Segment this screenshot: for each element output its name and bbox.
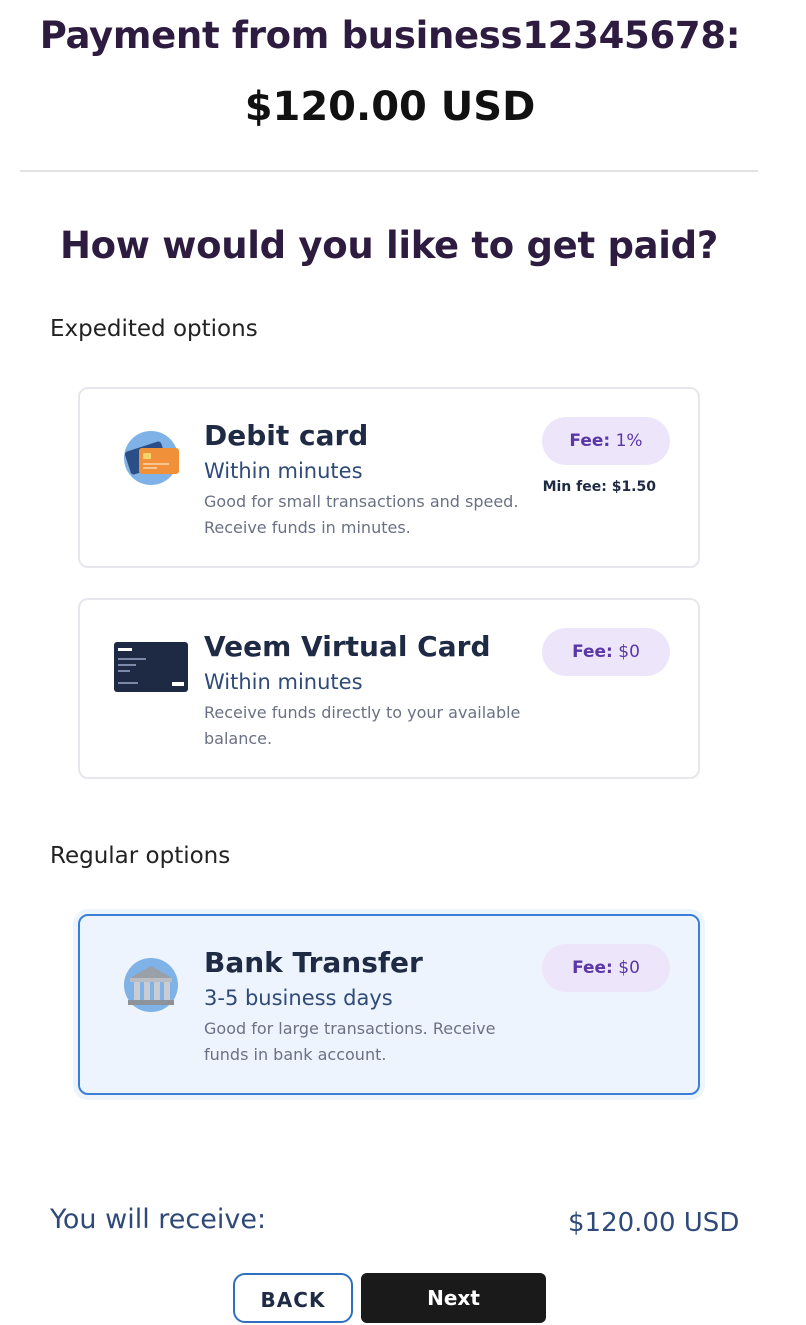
divider bbox=[20, 170, 758, 172]
regular-options-label: Regular options bbox=[50, 843, 231, 869]
option-title: Debit card bbox=[204, 419, 369, 452]
fee-value: $0 bbox=[618, 958, 640, 978]
option-time: 3-5 business days bbox=[204, 986, 393, 1010]
fee-badge: Fee: $0 bbox=[542, 944, 670, 992]
back-button[interactable]: BACK bbox=[233, 1273, 353, 1323]
page-title: How would you like to get paid? bbox=[59, 224, 719, 267]
next-button[interactable]: Next bbox=[361, 1273, 546, 1323]
expedited-options-label: Expedited options bbox=[50, 316, 258, 342]
option-description: Good for small transactions and speed. R… bbox=[204, 492, 519, 537]
fee-badge: Fee: 1% bbox=[542, 417, 670, 465]
veem-virtual-card-icon bbox=[114, 642, 190, 694]
option-title: Veem Virtual Card bbox=[204, 630, 491, 663]
fee-value: $0 bbox=[618, 642, 640, 662]
payment-title: Payment from business12345678: bbox=[39, 14, 741, 57]
min-fee-text: Min fee: $1.50 bbox=[542, 479, 656, 495]
fee-badge: Fee: $0 bbox=[542, 628, 670, 676]
option-description: Good for large transactions. Receive fun… bbox=[204, 1019, 496, 1064]
debit-card-icon bbox=[124, 431, 182, 489]
payment-amount: $120.00 USD bbox=[244, 84, 536, 130]
receive-label: You will receive: bbox=[50, 1204, 267, 1235]
option-time: Within minutes bbox=[204, 670, 363, 694]
bank-icon bbox=[124, 958, 182, 1016]
option-time: Within minutes bbox=[204, 459, 363, 483]
fee-value: 1% bbox=[615, 431, 643, 451]
option-debit-card[interactable]: Debit card Within minutes Good for small… bbox=[78, 387, 700, 568]
fee-label: Fee: bbox=[572, 642, 613, 662]
option-title: Bank Transfer bbox=[204, 946, 423, 979]
option-veem-virtual-card[interactable]: Veem Virtual Card Within minutes Receive… bbox=[78, 598, 700, 779]
fee-label: Fee: bbox=[569, 431, 611, 451]
option-bank-transfer[interactable]: Bank Transfer 3-5 business days Good for… bbox=[78, 914, 700, 1095]
option-description: Receive funds directly to your available… bbox=[204, 703, 521, 748]
receive-amount: $120.00 USD bbox=[568, 1208, 740, 1238]
fee-label: Fee: bbox=[572, 958, 613, 978]
